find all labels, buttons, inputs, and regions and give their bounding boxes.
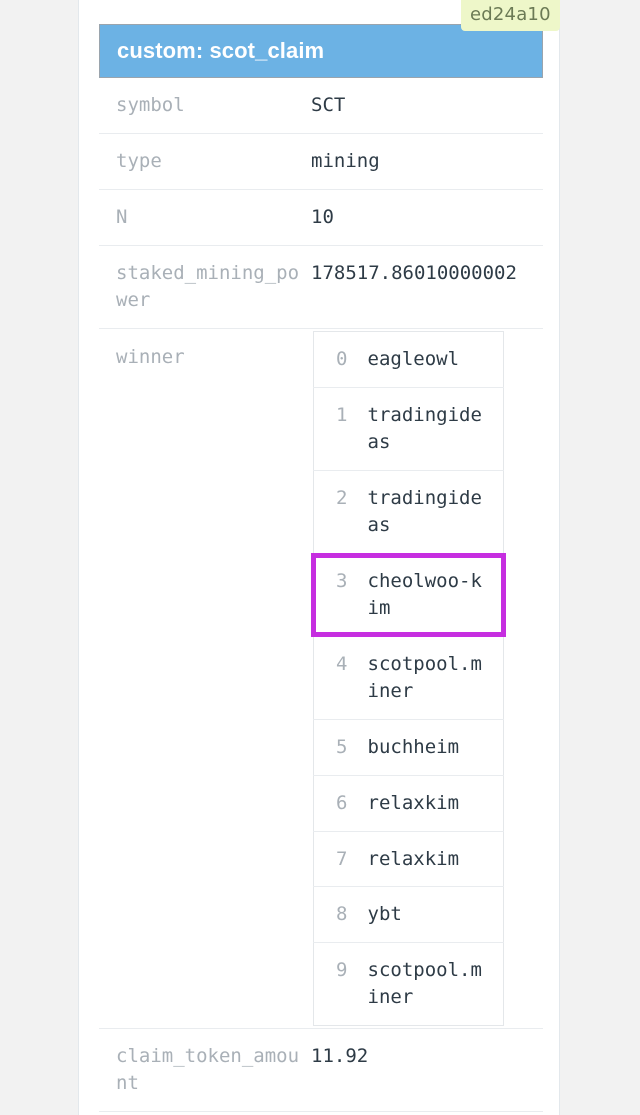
winner-list-table: 0eagleowl1tradingideas2tradingideas3cheo… [311,331,506,1027]
winner-item-index: 9 [314,943,368,1026]
winner-list-item[interactable]: 6relaxkim [314,775,504,831]
record-field-table-body: symbol SCT type mining N 10 staked_minin… [99,78,543,1112]
winner-item-index: 0 [314,331,368,387]
winner-item-index: 1 [314,387,368,470]
winner-item-name: eagleowl [368,331,504,387]
record-field-table: symbol SCT type mining N 10 staked_minin… [99,78,543,1112]
table-row-claim-token-amount: claim_token_amount 11.92 [99,1029,543,1112]
card-header: custom: scot_claim [99,24,543,78]
table-row-staked-mining-power: staked_mining_power 178517.86010000002 [99,245,543,328]
field-value-staked-mining-power: 178517.86010000002 [311,245,543,328]
winner-item-index: 3 [314,555,368,634]
table-row-winner: winner 0eagleowl1tradingideas2tradingide… [99,328,543,1029]
winner-item-name: buchheim [368,719,504,775]
field-key-staked-mining-power: staked_mining_power [99,245,311,328]
table-row-n: N 10 [99,189,543,245]
winner-list-item[interactable]: 2tradingideas [314,470,504,555]
winner-item-index: 8 [314,887,368,943]
field-key-claim-token-amount: claim_token_amount [99,1029,311,1112]
field-value-symbol: SCT [311,78,543,133]
card-header-title: custom: scot_claim [117,38,324,64]
version-badge: ed24a10 [461,0,560,31]
field-value-n: 10 [311,189,543,245]
winner-list-item[interactable]: 4scotpool.miner [314,634,504,719]
winner-item-index: 5 [314,719,368,775]
winner-list-item[interactable]: 3cheolwoo-kim [314,555,504,634]
winner-list-item[interactable]: 5buchheim [314,719,504,775]
table-row-type: type mining [99,133,543,189]
winner-list-item[interactable]: 7relaxkim [314,831,504,887]
record-card: custom: scot_claim symbol SCT type minin… [99,24,543,1112]
record-scroll-container[interactable]: custom: scot_claim symbol SCT type minin… [78,0,560,1115]
winner-item-name: ybt [368,887,504,943]
table-row-symbol: symbol SCT [99,78,543,133]
field-value-type: mining [311,133,543,189]
winner-item-index: 4 [314,634,368,719]
winner-list-item[interactable]: 1tradingideas [314,387,504,470]
field-value-claim-token-amount: 11.92 [311,1029,543,1112]
field-key-type: type [99,133,311,189]
winner-item-name: tradingideas [368,470,504,555]
winner-list-body: 0eagleowl1tradingideas2tradingideas3cheo… [314,331,504,1026]
winner-item-name: scotpool.miner [368,634,504,719]
winner-list-item[interactable]: 9scotpool.miner [314,943,504,1026]
winner-item-name: relaxkim [368,831,504,887]
winner-item-name: cheolwoo-kim [368,555,504,634]
field-key-winner: winner [99,328,311,1029]
field-value-winner: 0eagleowl1tradingideas2tradingideas3cheo… [311,328,543,1029]
winner-item-index: 7 [314,831,368,887]
winner-item-name: relaxkim [368,775,504,831]
winner-list-item[interactable]: 0eagleowl [314,331,504,387]
winner-item-name: tradingideas [368,387,504,470]
winner-item-index: 6 [314,775,368,831]
field-key-n: N [99,189,311,245]
field-key-symbol: symbol [99,78,311,133]
winner-item-name: scotpool.miner [368,943,504,1026]
winner-list-item[interactable]: 8ybt [314,887,504,943]
winner-item-index: 2 [314,470,368,555]
